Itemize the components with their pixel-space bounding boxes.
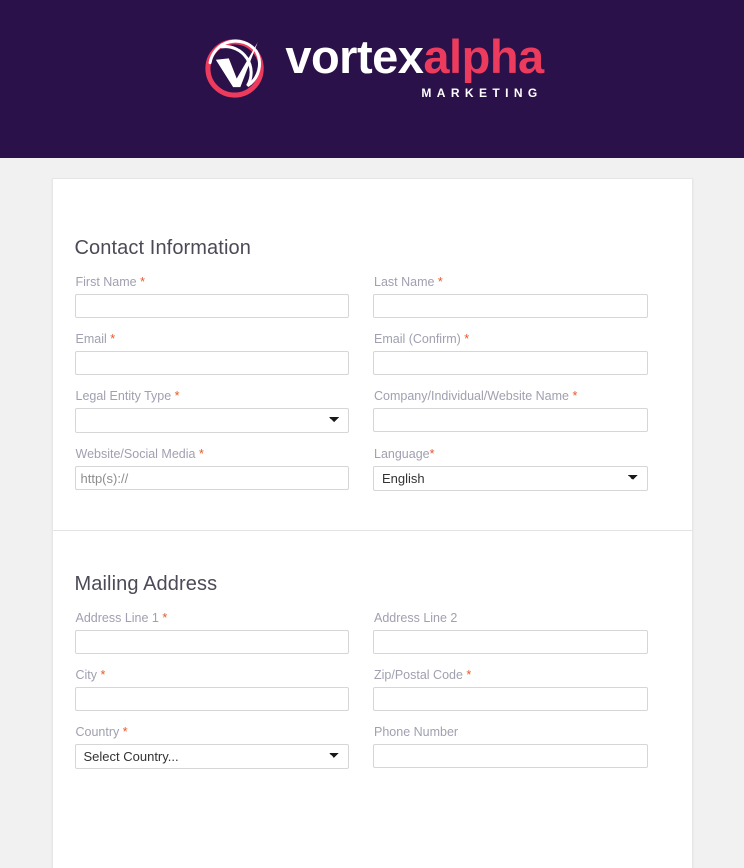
field-label-email-confirm: Email (Confirm) * <box>374 331 648 347</box>
field-label-text: Email (Confirm) <box>374 332 461 346</box>
logo-wordmark: vortexalpha <box>285 33 544 80</box>
form-field-email-confirm: Email (Confirm) * <box>373 331 670 375</box>
section-title: Contact Information <box>74 237 251 259</box>
field-label-company-individual-website-name: Company/Individual/Website Name * <box>374 388 648 404</box>
required-asterisk: * <box>171 389 180 403</box>
input-city[interactable] <box>74 687 349 711</box>
site-header: vortexalpha MARKETING <box>0 0 744 158</box>
field-label-text: Legal Entity Type <box>75 389 172 403</box>
form-field-first-name: First Name * <box>74 274 372 318</box>
required-asterisk: * <box>158 611 168 625</box>
form-field-address-line-1: Address Line 1 * <box>74 610 372 654</box>
field-label-city: City * <box>76 667 350 683</box>
field-label-last-name: Last Name * <box>374 274 648 290</box>
field-label-text: Language <box>374 447 430 461</box>
input-address-line-1[interactable] <box>74 630 349 654</box>
form-row: Website/Social Media *Language*English <box>74 446 670 491</box>
field-label-text: Email <box>75 332 107 346</box>
field-label-address-line-2: Address Line 2 <box>374 610 648 626</box>
field-label-language: Language* <box>374 446 648 462</box>
field-label-website-social-media: Website/Social Media * <box>76 446 350 462</box>
form-row: Email * Email (Confirm) * <box>74 331 670 375</box>
form-row: Legal Entity Type * Company/Individual/We… <box>74 388 670 433</box>
form-section: Contact Information First Name * Last Name… <box>53 179 692 530</box>
form-field-website-social-media: Website/Social Media * <box>74 446 372 491</box>
field-label-text: Address Line 1 <box>75 611 159 625</box>
section-title: Mailing Address <box>74 573 218 595</box>
field-label-text: Phone Number <box>374 725 459 739</box>
select-legal-entity-type[interactable] <box>74 408 349 433</box>
field-label-phone-number: Phone Number <box>374 724 648 740</box>
required-asterisk: * <box>97 668 106 682</box>
input-last-name[interactable] <box>373 294 648 318</box>
required-asterisk: * <box>569 389 578 403</box>
form-section: Mailing Address Address Line 1 * Address L… <box>53 531 692 808</box>
required-asterisk: * <box>462 668 472 682</box>
page-area: Contact Information First Name * Last Name… <box>0 158 744 868</box>
input-email-confirm[interactable] <box>373 351 648 375</box>
field-label-text: City <box>75 668 98 682</box>
input-first-name[interactable] <box>74 294 349 318</box>
field-label-text: Company/Individual/Website Name <box>374 389 570 403</box>
form-field-zip-postal-code: Zip/Postal Code * <box>373 667 670 711</box>
form-row: Country * Select Country... Phone Number <box>74 724 670 769</box>
required-asterisk: * <box>106 332 116 346</box>
select-language[interactable]: English <box>373 466 648 491</box>
form-row: Address Line 1 * Address Line 2 <box>74 610 670 654</box>
form-field-last-name: Last Name * <box>373 274 670 318</box>
form-field-phone-number: Phone Number <box>373 724 670 769</box>
input-website-social-media[interactable] <box>74 466 349 490</box>
form-row: First Name * Last Name * <box>74 274 670 318</box>
field-label-country: Country * <box>76 724 350 740</box>
form-field-legal-entity-type: Legal Entity Type * <box>74 388 372 433</box>
logo-word-primary: vortex <box>285 30 424 84</box>
select-country[interactable]: Select Country... <box>74 744 349 769</box>
logo-text: vortexalpha MARKETING <box>285 33 544 100</box>
field-label-address-line-1: Address Line 1 * <box>76 610 350 626</box>
field-label-text: Address Line 2 <box>374 611 458 625</box>
brand-logo: vortexalpha MARKETING <box>200 31 544 103</box>
form-row: City * Zip/Postal Code * <box>74 667 670 711</box>
form-field-city: City * <box>74 667 372 711</box>
required-asterisk: * <box>119 725 128 739</box>
field-label-text: First Name <box>75 275 137 289</box>
field-label-first-name: First Name * <box>76 274 350 290</box>
field-label-text: Zip/Postal Code <box>374 668 463 682</box>
field-label-text: Country <box>75 725 120 739</box>
field-label-zip-postal-code: Zip/Postal Code * <box>374 667 648 683</box>
input-zip-postal-code[interactable] <box>373 687 648 711</box>
vortex-check-circle-icon <box>205 39 265 98</box>
field-label-legal-entity-type: Legal Entity Type * <box>76 388 350 404</box>
form-field-email: Email * <box>74 331 372 375</box>
required-asterisk: * <box>136 275 145 289</box>
required-asterisk: * <box>434 275 443 289</box>
form-field-address-line-2: Address Line 2 <box>373 610 670 654</box>
field-label-text: Website/Social Media <box>75 447 196 461</box>
registration-form-card: Contact Information First Name * Last Name… <box>51 178 693 868</box>
form-field-language: Language* English <box>373 446 670 491</box>
logo-word-accent: alpha <box>423 30 544 84</box>
input-address-line-2[interactable] <box>373 630 648 654</box>
required-asterisk: * <box>429 447 435 461</box>
required-asterisk: * <box>460 332 470 346</box>
field-label-text: Last Name <box>374 275 435 289</box>
input-phone-number[interactable] <box>373 744 648 768</box>
logo-tagline: MARKETING <box>421 85 543 100</box>
field-label-email: Email * <box>76 331 350 347</box>
input-company-individual-website-name[interactable] <box>373 408 648 432</box>
input-email[interactable] <box>74 351 349 375</box>
form-field-country: Country * Select Country... <box>74 724 372 769</box>
required-asterisk: * <box>195 447 204 461</box>
form-field-company-individual-website-name: Company/Individual/Website Name * <box>373 388 670 433</box>
